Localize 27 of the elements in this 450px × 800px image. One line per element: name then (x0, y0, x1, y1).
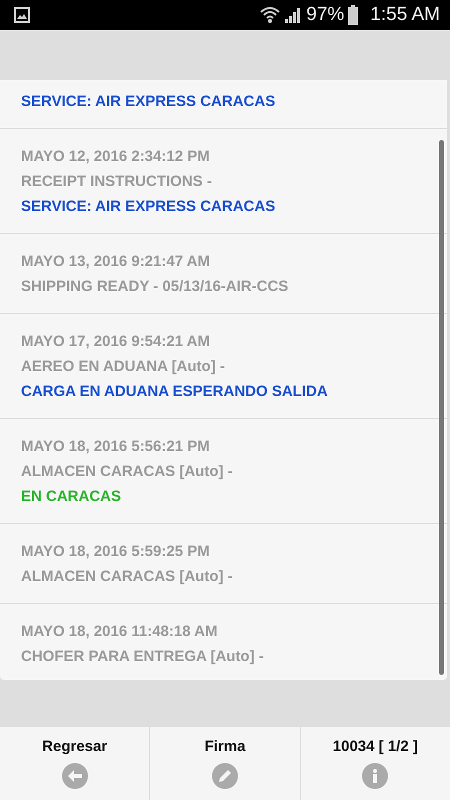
picture-icon (14, 7, 30, 23)
battery-icon (348, 5, 358, 25)
entry-date: MAYO 18, 2016 5:59:25 PM (21, 542, 210, 562)
entry-date: MAYO 18, 2016 5:56:21 PM (21, 437, 210, 457)
footer-button[interactable]: Firma (150, 727, 301, 800)
entry-note: SERVICE: AIR EXPRESS CARACAS (21, 197, 276, 217)
entry-date: MAYO 12, 2016 2:34:12 PM (21, 147, 210, 167)
entry-date: MAYO 17, 2016 9:54:21 AM (21, 332, 210, 352)
entry-note: CARGA EN ADUANA ESPERANDO SALIDA (21, 382, 328, 402)
entry-event: ALMACEN CARACAS [Auto] - (21, 567, 233, 587)
entry-date: MAYO 18, 2016 11:48:18 AM (21, 622, 218, 642)
clock: 1:55 AM (370, 2, 440, 27)
info-icon (362, 762, 388, 788)
signal-icon (284, 6, 302, 24)
entry-event: CHOFER PARA ENTREGA [Auto] - (21, 647, 264, 667)
entry-date: MAYO 13, 2016 9:21:47 AM (21, 252, 210, 272)
battery-percent: 97% (306, 2, 344, 27)
footer-button[interactable]: Regresar (0, 727, 150, 800)
entry-event: SHIPPING READY - 05/13/16-AIR-CCS (21, 277, 288, 297)
entry-event: ALMACEN CARACAS [Auto] - (21, 462, 233, 482)
entry-note: EN CARACAS (21, 487, 122, 507)
entry-event: AEREO EN ADUANA [Auto] - (21, 357, 225, 377)
pencil-icon (212, 762, 238, 788)
wifi-icon (260, 6, 280, 24)
footer-button[interactable]: 10034 [ 1/2 ] (300, 727, 450, 800)
entry-note: SERVICE: AIR EXPRESS CARACAS (21, 92, 276, 112)
entry-event: RECEIPT INSTRUCTIONS - (21, 172, 212, 192)
